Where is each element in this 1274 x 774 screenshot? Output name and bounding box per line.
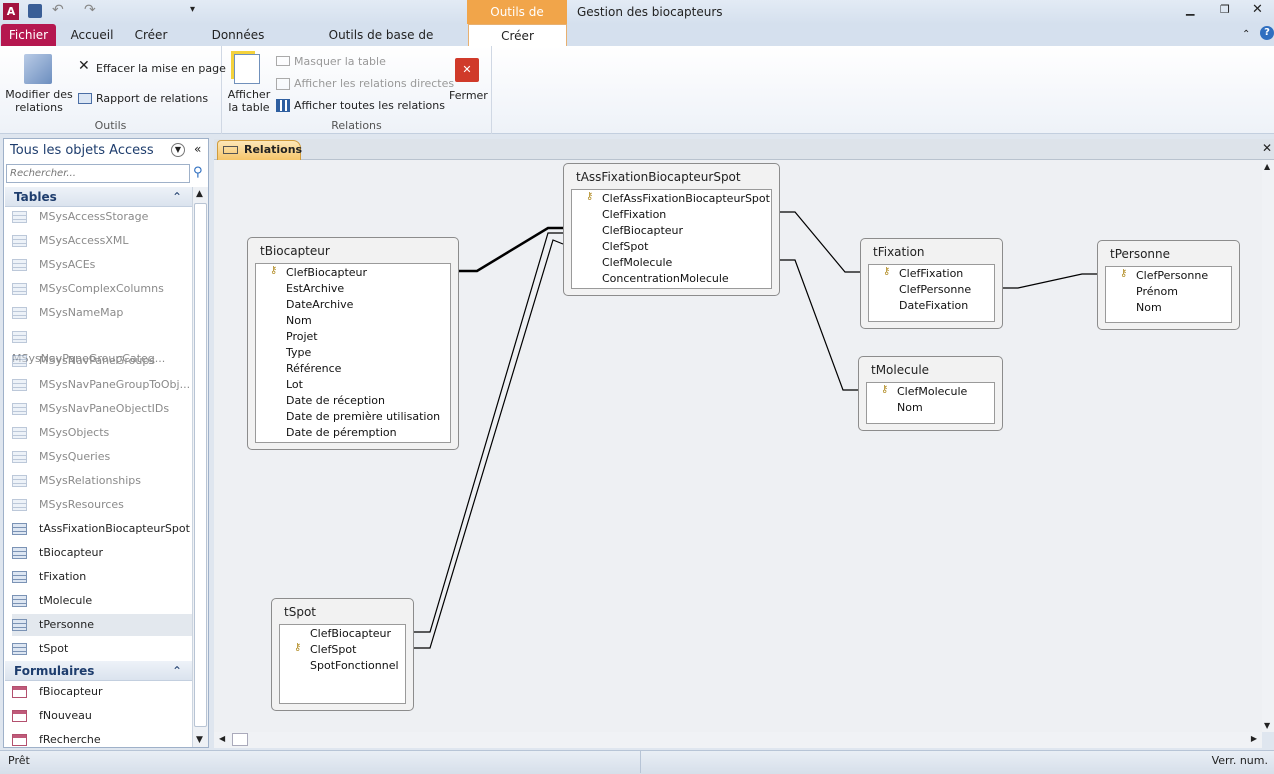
table-tMolecule[interactable]: tMolecule ⚷ ClefMolecule Nom bbox=[858, 356, 1003, 431]
field-list: ⚷ ClefPersonne Prénom Nom bbox=[1105, 266, 1232, 323]
field-item[interactable]: Date de première utilisation bbox=[286, 410, 440, 423]
field-name: SpotFonctionnel bbox=[310, 659, 399, 672]
horizontal-scrollbar[interactable]: ◀ ▶ bbox=[214, 732, 1262, 748]
field-name: EstArchive bbox=[286, 282, 345, 295]
table-tSpot[interactable]: tSpot ClefBiocapteur ⚷ ClefSpot SpotFonction… bbox=[271, 598, 414, 711]
field-name: Type bbox=[286, 346, 312, 359]
horizontal-scroll-thumb[interactable] bbox=[232, 733, 248, 746]
table-title[interactable]: tMolecule bbox=[871, 363, 929, 377]
field-name: Projet bbox=[286, 330, 318, 343]
field-item[interactable]: ClefMolecule bbox=[602, 256, 672, 269]
field-item[interactable]: Nom bbox=[897, 401, 923, 414]
field-item[interactable]: Nom bbox=[1136, 301, 1162, 314]
field-item[interactable]: Nom bbox=[286, 314, 312, 327]
field-item[interactable]: Type bbox=[286, 346, 311, 359]
field-name: Nom bbox=[897, 401, 923, 414]
relation-personne bbox=[1003, 273, 1097, 289]
field-list: ⚷ ClefAssFixationBiocapteurSpot ClefFixati… bbox=[571, 189, 772, 289]
field-name: Référence bbox=[286, 362, 342, 375]
field-name: Date de première utilisation bbox=[286, 410, 441, 423]
table-tAssFixationBiocapteurSpot[interactable]: tAssFixationBiocapteurSpot ⚷ ClefAssFixati… bbox=[563, 163, 780, 296]
field-name: ClefMolecule bbox=[897, 385, 968, 398]
table-title[interactable]: tPersonne bbox=[1110, 247, 1170, 261]
field-name: ClefSpot bbox=[310, 643, 357, 656]
field-name: ClefAssFixationBiocapteurSpot bbox=[602, 192, 770, 205]
table-tBiocapteur[interactable]: tBiocapteur ⚷ ClefBiocapteur EstArchive Date… bbox=[247, 237, 459, 450]
field-item[interactable]: Lot bbox=[286, 378, 303, 391]
field-item[interactable]: DateArchive bbox=[286, 298, 353, 311]
field-name: ClefPersonne bbox=[899, 283, 972, 296]
primary-key-icon: ⚷ bbox=[1120, 268, 1128, 279]
field-name: Lot bbox=[286, 378, 303, 391]
field-name: ClefMolecule bbox=[602, 256, 673, 269]
field-item[interactable]: ⚷ ClefMolecule bbox=[881, 384, 968, 398]
field-item[interactable]: ConcentrationMolecule bbox=[602, 272, 729, 285]
scroll-right-icon[interactable]: ▶ bbox=[1251, 734, 1257, 743]
primary-key-icon: ⚷ bbox=[270, 265, 278, 276]
field-item[interactable]: ClefBiocapteur bbox=[602, 224, 683, 237]
num-lock-indicator: Verr. num. bbox=[1211, 754, 1268, 767]
field-item[interactable]: DateFixation bbox=[899, 299, 968, 312]
table-title[interactable]: tAssFixationBiocapteurSpot bbox=[576, 170, 741, 184]
field-item[interactable]: ⚷ ClefFixation bbox=[883, 266, 964, 280]
primary-key-icon: ⚷ bbox=[294, 642, 302, 653]
field-item[interactable]: ClefSpot bbox=[602, 240, 648, 253]
field-item[interactable]: Prénom bbox=[1136, 285, 1178, 298]
field-item[interactable]: EstArchive bbox=[286, 282, 344, 295]
field-list: ⚷ ClefFixation ClefPersonne DateFixation bbox=[868, 264, 995, 322]
table-tFixation[interactable]: tFixation ⚷ ClefFixation ClefPersonne DateFi… bbox=[860, 238, 1003, 329]
field-name: ClefFixation bbox=[602, 208, 667, 221]
field-list: ClefBiocapteur ⚷ ClefSpot SpotFonctionnel bbox=[279, 624, 406, 704]
field-item[interactable]: Date de réception bbox=[286, 394, 385, 407]
field-item[interactable]: Projet bbox=[286, 330, 318, 343]
status-divider bbox=[640, 751, 641, 773]
field-name: DateArchive bbox=[286, 298, 354, 311]
field-name: ClefPersonne bbox=[1136, 269, 1209, 282]
table-title[interactable]: tSpot bbox=[284, 605, 316, 619]
relation-molecule bbox=[780, 259, 858, 391]
field-item[interactable]: ClefBiocapteur bbox=[310, 627, 391, 640]
relation-fixation bbox=[780, 211, 860, 273]
field-item[interactable]: ⚷ ClefSpot bbox=[294, 642, 357, 656]
scroll-up-icon[interactable]: ▲ bbox=[1264, 162, 1270, 171]
field-name: Date de péremption bbox=[286, 426, 397, 439]
field-name: ClefBiocapteur bbox=[602, 224, 684, 237]
field-item[interactable]: ⚷ ClefPersonne bbox=[1120, 268, 1209, 282]
vertical-scrollbar[interactable]: ▲ ▼ bbox=[1262, 160, 1274, 732]
field-item[interactable]: Référence bbox=[286, 362, 341, 375]
primary-key-icon: ⚷ bbox=[881, 384, 889, 395]
field-name: ConcentrationMolecule bbox=[602, 272, 729, 285]
scroll-down-icon[interactable]: ▼ bbox=[1264, 721, 1270, 730]
primary-key-icon: ⚷ bbox=[586, 191, 594, 202]
field-item[interactable]: SpotFonctionnel bbox=[310, 659, 399, 672]
field-item[interactable]: Date de péremption bbox=[286, 426, 397, 439]
primary-key-icon: ⚷ bbox=[883, 266, 891, 277]
field-name: Nom bbox=[1136, 301, 1162, 314]
table-tPersonne[interactable]: tPersonne ⚷ ClefPersonne Prénom Nom bbox=[1097, 240, 1240, 330]
field-name: Prénom bbox=[1136, 285, 1178, 298]
field-name: ClefBiocapteur bbox=[310, 627, 392, 640]
status-text: Prêt bbox=[8, 754, 30, 767]
field-name: Date de réception bbox=[286, 394, 385, 407]
field-item[interactable]: ⚷ ClefAssFixationBiocapteurSpot bbox=[586, 191, 770, 205]
relationship-lines bbox=[414, 211, 1097, 649]
field-item[interactable]: ClefFixation bbox=[602, 208, 666, 221]
field-name: ClefSpot bbox=[602, 240, 649, 253]
table-title[interactable]: tBiocapteur bbox=[260, 244, 330, 258]
scroll-left-icon[interactable]: ◀ bbox=[219, 734, 225, 743]
field-list: ⚷ ClefMolecule Nom bbox=[866, 382, 995, 424]
table-title[interactable]: tFixation bbox=[873, 245, 925, 259]
field-name: Nom bbox=[286, 314, 312, 327]
field-item[interactable]: ClefPersonne bbox=[899, 283, 971, 296]
field-list: ⚷ ClefBiocapteur EstArchive DateArchive Nom P… bbox=[255, 263, 451, 443]
field-name: ClefBiocapteur bbox=[286, 266, 368, 279]
field-name: DateFixation bbox=[899, 299, 969, 312]
field-name: ClefFixation bbox=[899, 267, 964, 280]
field-item[interactable]: ⚷ ClefBiocapteur bbox=[270, 265, 368, 279]
status-bar: Prêt Verr. num. bbox=[0, 750, 1274, 774]
